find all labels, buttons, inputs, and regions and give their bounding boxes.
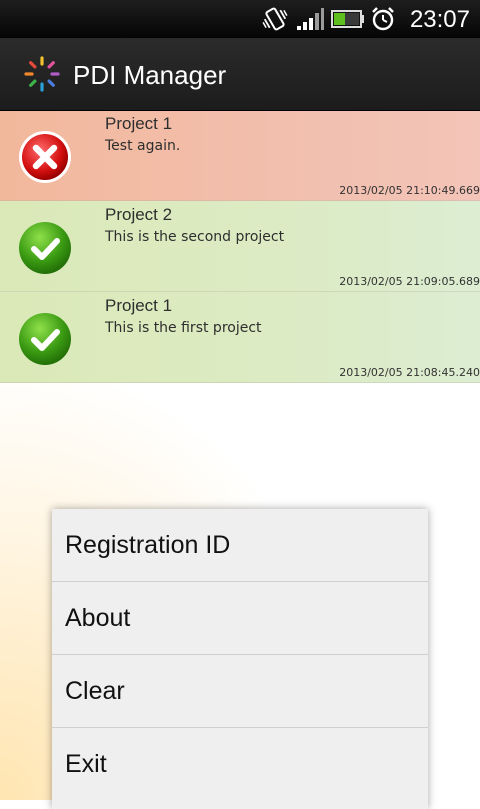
alarm-icon: [369, 0, 397, 38]
spinner-logo-icon: [20, 52, 64, 96]
menu-item-about[interactable]: About: [52, 582, 428, 655]
project-description: This is the first project: [105, 320, 262, 336]
status-bar: 23:07: [0, 0, 480, 38]
error-cross-icon: [17, 129, 73, 185]
project-list: Project 1 Test again. 2013/02/05 21:10:4…: [0, 110, 480, 383]
project-description: Test again.: [105, 138, 181, 154]
vibrate-icon: [260, 0, 290, 38]
app-title: PDI Manager: [73, 60, 227, 90]
project-name: Project 1: [105, 114, 173, 133]
signal-icon: [294, 0, 326, 38]
options-menu: Registration ID About Clear Exit: [52, 509, 428, 809]
check-icon: [17, 220, 73, 276]
menu-item-exit[interactable]: Exit: [52, 728, 428, 800]
project-description: This is the second project: [105, 229, 285, 245]
project-row[interactable]: Project 2 This is the second project 201…: [0, 201, 480, 292]
action-bar: PDI Manager: [0, 38, 480, 111]
project-row[interactable]: Project 1 Test again. 2013/02/05 21:10:4…: [0, 110, 480, 201]
menu-item-registration-id[interactable]: Registration ID: [52, 509, 428, 582]
battery-icon: [330, 0, 366, 38]
project-timestamp: 2013/02/05 21:09:05.689: [339, 275, 480, 288]
project-name: Project 2: [105, 205, 173, 224]
check-icon: [17, 311, 73, 367]
menu-item-clear[interactable]: Clear: [52, 655, 428, 728]
project-timestamp: 2013/02/05 21:08:45.240: [339, 366, 480, 379]
project-name: Project 1: [105, 296, 173, 315]
status-time: 23:07: [409, 6, 470, 33]
project-row[interactable]: Project 1 This is the first project 2013…: [0, 292, 480, 383]
project-timestamp: 2013/02/05 21:10:49.669: [339, 184, 480, 197]
